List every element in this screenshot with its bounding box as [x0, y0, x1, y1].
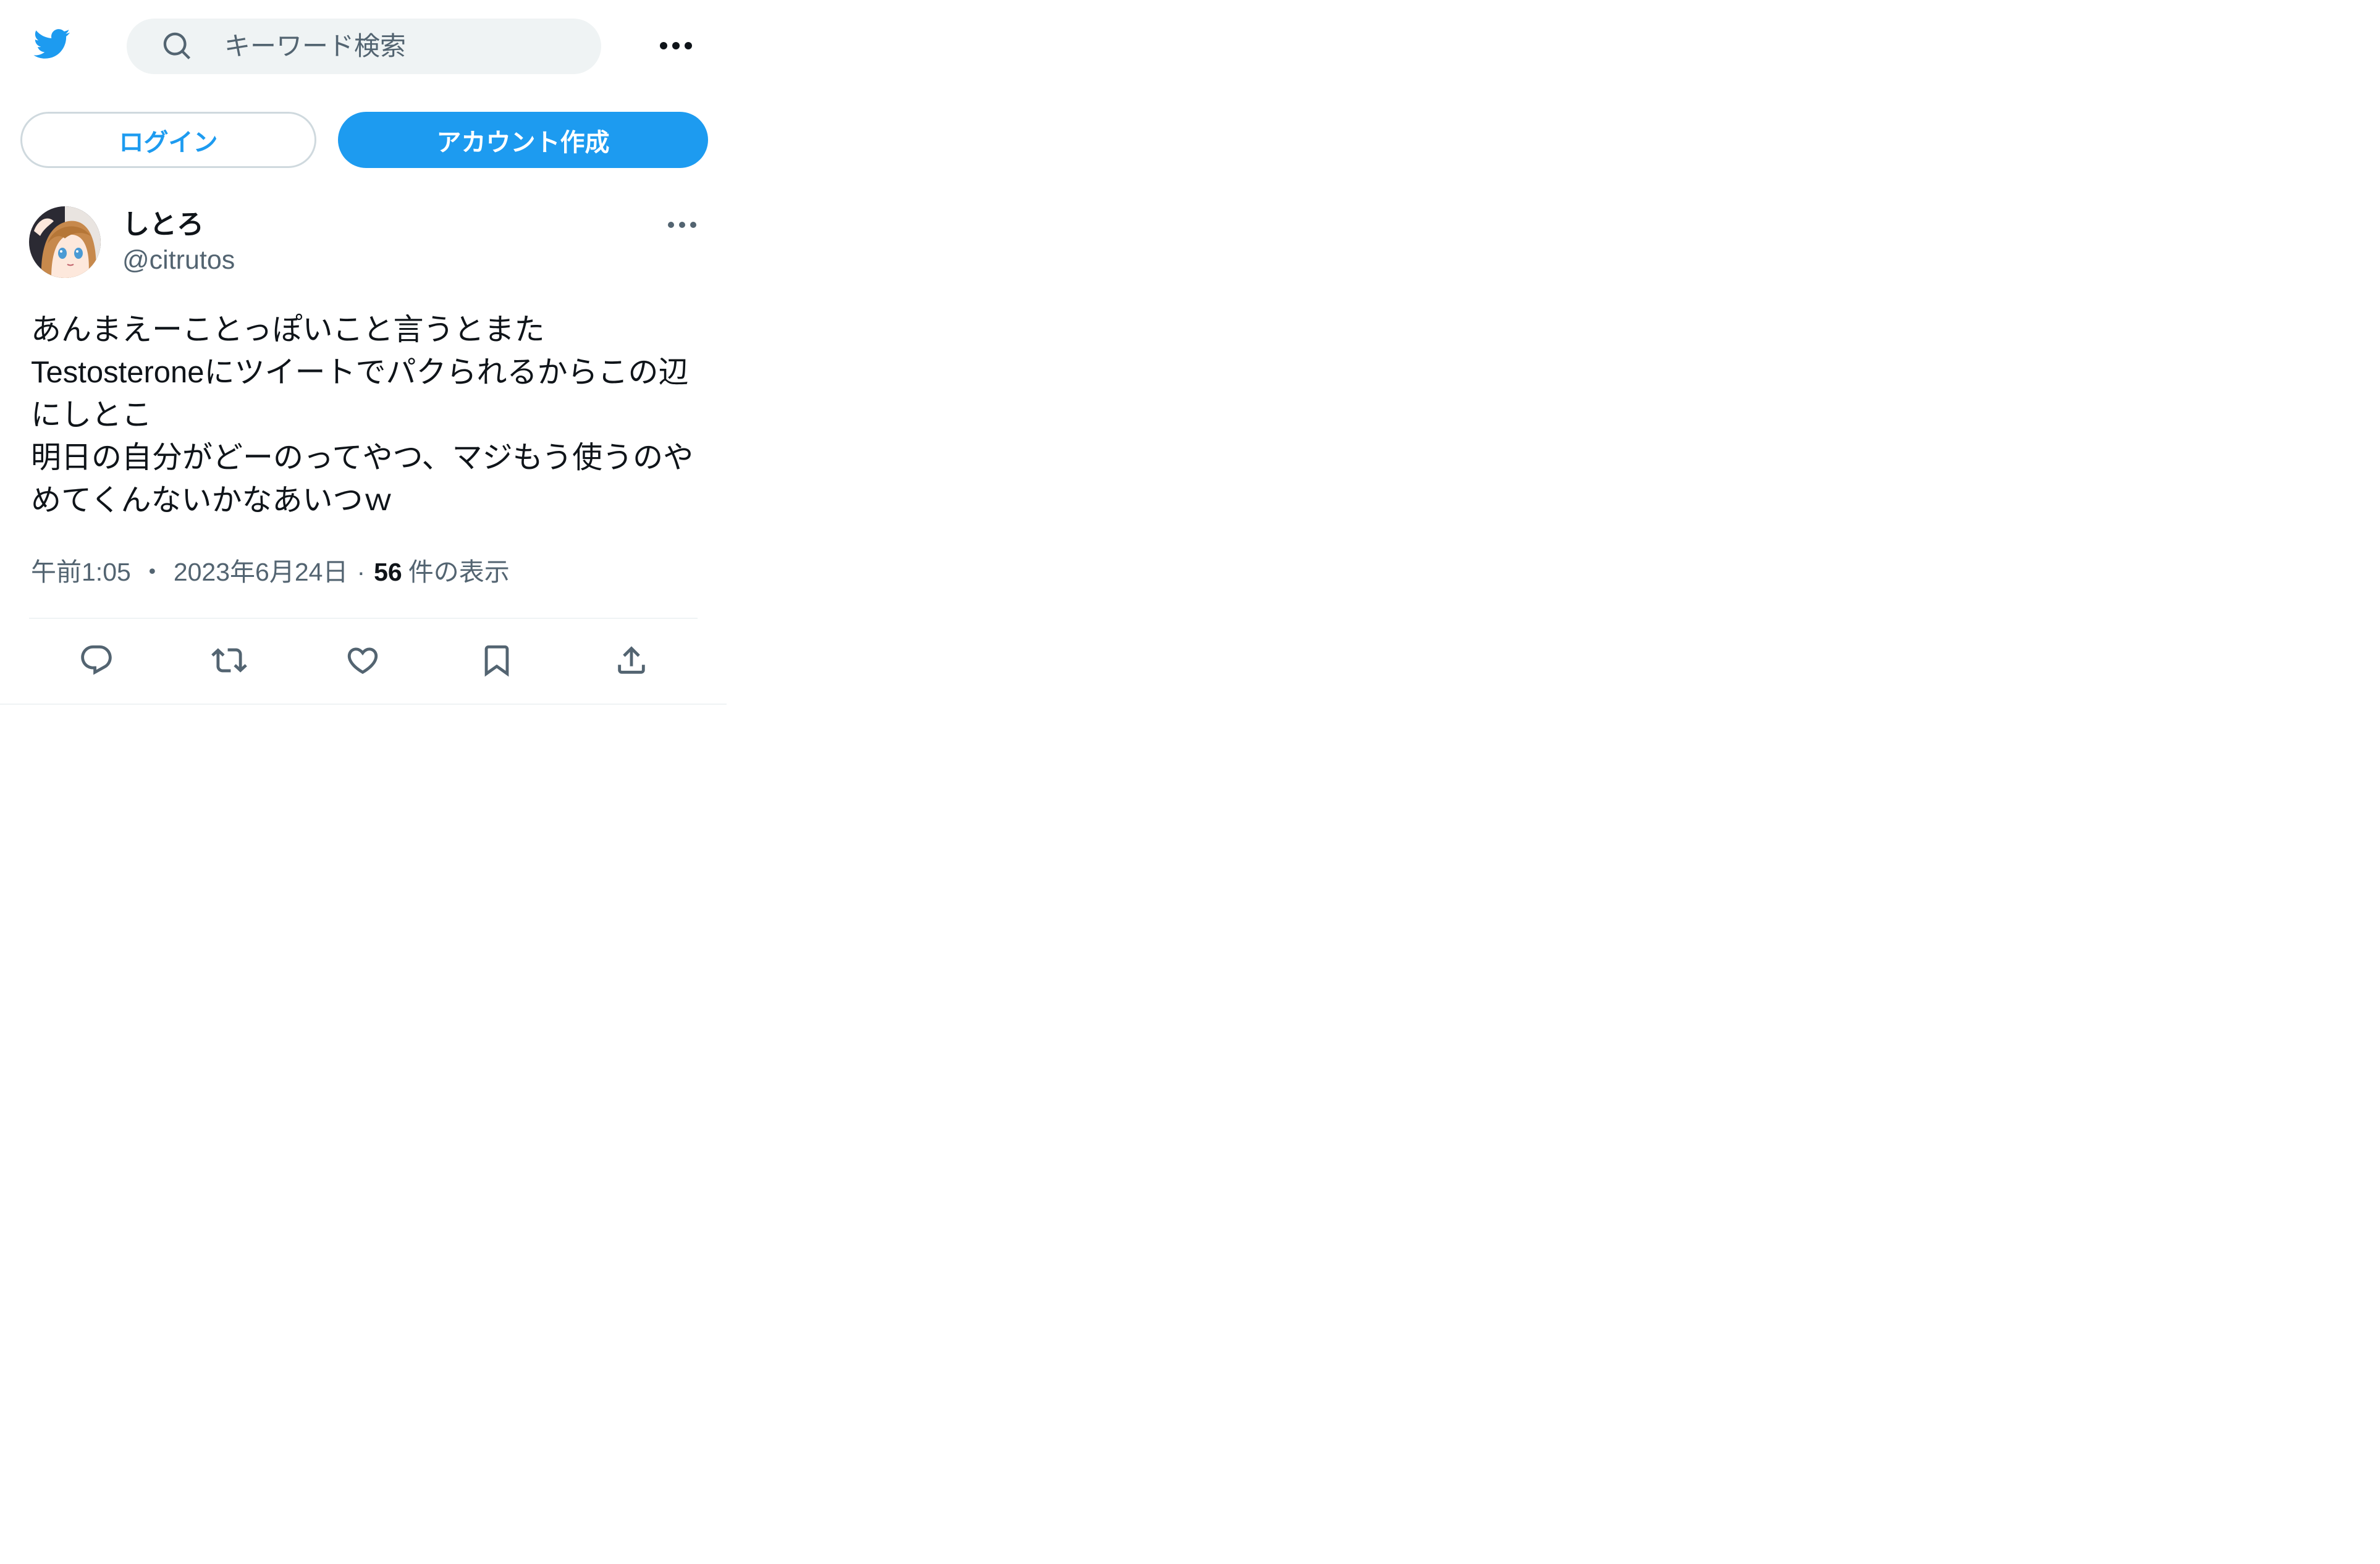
- avatar-image: [29, 206, 101, 278]
- reply-button[interactable]: [78, 642, 114, 678]
- share-button[interactable]: [614, 642, 649, 678]
- views-label: 件の表示: [408, 558, 510, 586]
- views-count: 56: [374, 558, 402, 586]
- tweet-meta: 午前1:05 ・ 2023年6月24日 · 56 件の表示: [31, 556, 510, 588]
- retweet-button[interactable]: [211, 642, 247, 678]
- tweet-text-line: にしとこ: [31, 398, 153, 432]
- more-dots-icon: [668, 222, 696, 228]
- tweet-text: あんまえーことっぽいこと言うとまた Testosteroneにツイートでパクられ…: [31, 309, 693, 522]
- like-button[interactable]: [345, 642, 381, 678]
- retweet-icon: [211, 648, 247, 673]
- login-button-label: ログイン: [119, 128, 218, 156]
- avatar[interactable]: [29, 206, 101, 278]
- author-handle[interactable]: @citrutos: [122, 243, 235, 277]
- reply-icon: [81, 645, 112, 675]
- meta-separator: ·: [357, 558, 366, 586]
- divider: [29, 618, 698, 619]
- tweet-time[interactable]: 午前1:05: [31, 558, 131, 586]
- header-more-button[interactable]: [657, 40, 694, 52]
- tweet-text-line: 明日の自分がどーのってやつ、マジもう使うのや: [31, 441, 694, 474]
- twitter-logo[interactable]: [30, 25, 73, 63]
- share-icon: [618, 646, 645, 674]
- bookmark-icon: [484, 645, 509, 677]
- meta-separator: ・: [139, 558, 165, 586]
- like-icon: [347, 647, 378, 675]
- create-account-button[interactable]: アカウント作成: [338, 112, 708, 168]
- search-icon: [163, 32, 191, 60]
- create-account-button-label: アカウント作成: [436, 128, 610, 156]
- tweet-more-button[interactable]: [664, 219, 701, 231]
- login-button[interactable]: ログイン: [20, 112, 316, 168]
- tweet-text-line: あんまえーことっぽいこと言うとまた: [31, 313, 545, 347]
- search-input[interactable]: [224, 19, 583, 74]
- author-name[interactable]: しとろ: [122, 208, 204, 242]
- search-box[interactable]: [127, 19, 601, 74]
- tweet-text-line: めてくんないかなあいつｗ: [31, 484, 394, 517]
- tweet-date[interactable]: 2023年6月24日: [174, 558, 348, 586]
- twitter-bird-icon: [33, 29, 70, 59]
- tweet-bottom-divider: [0, 704, 727, 705]
- more-dots-icon: [660, 42, 692, 49]
- bookmark-button[interactable]: [479, 642, 515, 678]
- tweet-text-line: Testosteroneにツイートでパクられるからこの辺: [31, 356, 689, 389]
